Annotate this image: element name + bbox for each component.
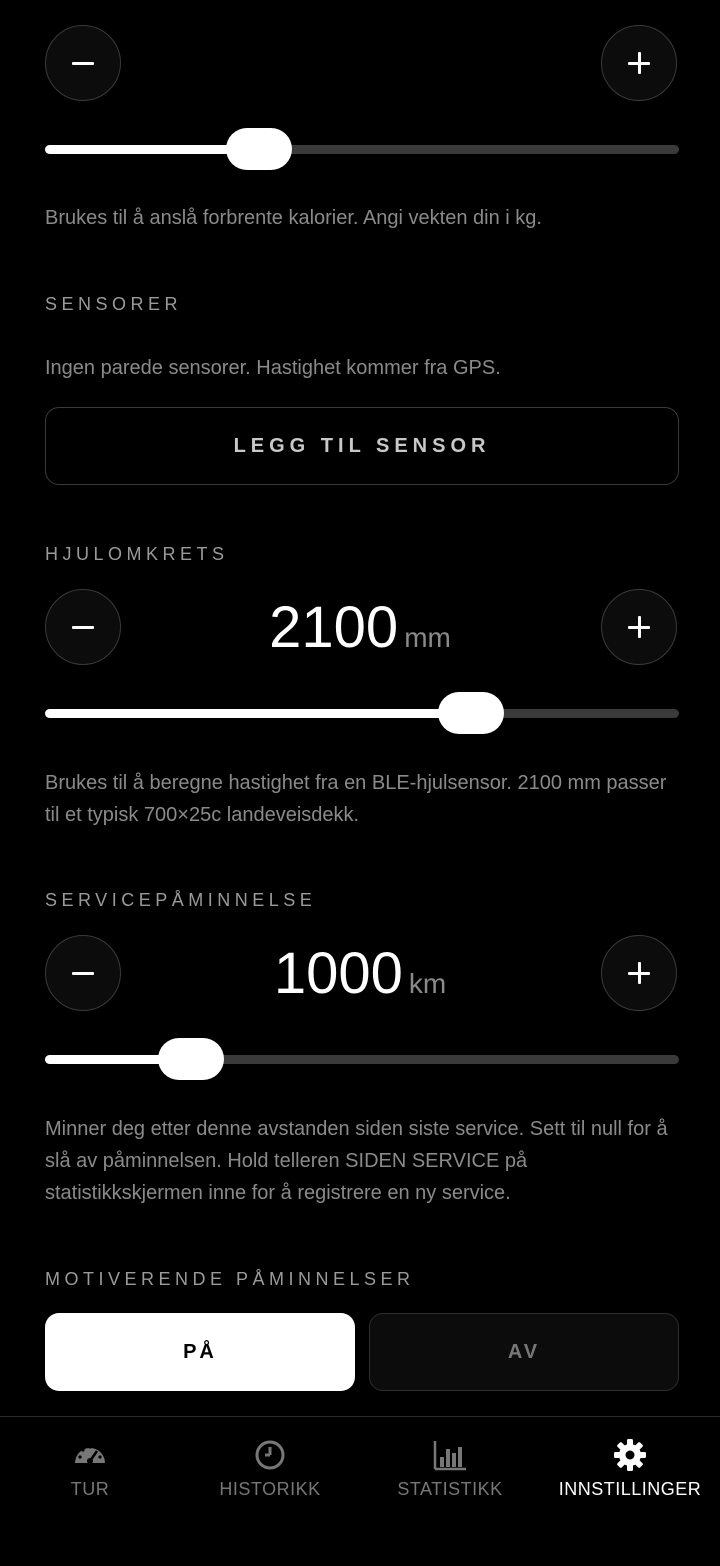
clock-icon [255,1440,285,1470]
wheel-increase-button[interactable] [601,589,677,665]
bar-chart-icon [433,1441,466,1471]
settings-scroll-area[interactable]: Brukes til å anslå forbrente kalorier. A… [0,0,720,1417]
gear-icon [614,1439,646,1471]
weight-help-text: Brukes til å anslå forbrente kalorier. A… [45,207,542,229]
service-decrease-button[interactable] [45,935,121,1011]
service-increase-button[interactable] [601,935,677,1011]
tab-tur[interactable]: TUR [0,1417,180,1527]
tab-label: TUR [70,1479,110,1499]
sensors-section-label: SENSORER [45,294,183,314]
wheel-value: 2100 [269,595,399,660]
weight-slider[interactable] [45,128,679,170]
plus-icon [628,962,650,984]
wheel-unit: mm [404,622,451,653]
service-slider-thumb[interactable] [157,1038,224,1080]
minus-icon [72,52,94,74]
tab-innstillinger[interactable]: INNSTILLINGER [540,1417,720,1527]
motivation-off-button[interactable]: AV [369,1313,679,1391]
service-unit: km [408,968,447,999]
service-help-text: Minner deg etter denne avstanden siden s… [45,1118,668,1204]
minus-icon [72,962,94,984]
wheel-value-display: 2100 mm [130,594,590,661]
motivation-section-label: MOTIVERENDE PÅMINNELSER [45,1269,415,1289]
bottom-tab-bar: TUR HISTORIKK STATISTIKK INNSTILLINGER [0,1416,720,1566]
plus-icon [628,616,650,638]
tab-label: HISTORIKK [219,1479,321,1499]
add-sensor-button[interactable]: LEGG TIL SENSOR [45,407,679,485]
service-value-display: 1000 km [130,940,590,1007]
weight-decrease-button[interactable] [45,25,121,101]
wheel-help-text: Brukes til å beregne hastighet fra en BL… [45,772,667,826]
service-value: 1000 [273,941,403,1006]
tab-statistikk[interactable]: STATISTIKK [360,1417,540,1527]
wheel-slider-fill [45,709,472,718]
sensors-status-text: Ingen parede sensorer. Hastighet kommer … [45,357,501,379]
motivation-on-button[interactable]: PÅ [45,1313,355,1391]
plus-icon [628,52,650,74]
wheel-slider-thumb[interactable] [438,692,505,734]
tab-label: INNSTILLINGER [558,1479,702,1499]
wheel-section-label: HJULOMKRETS [45,544,229,564]
weight-increase-button[interactable] [601,25,677,101]
weight-slider-thumb[interactable] [225,128,292,170]
minus-icon [72,616,94,638]
speedometer-icon [75,1445,105,1464]
wheel-slider[interactable] [45,692,679,734]
tab-historikk[interactable]: HISTORIKK [180,1417,360,1527]
service-section-label: SERVICEPÅMINNELSE [45,890,317,910]
tab-label: STATISTIKK [397,1479,503,1499]
service-slider[interactable] [45,1038,679,1080]
wheel-decrease-button[interactable] [45,589,121,665]
